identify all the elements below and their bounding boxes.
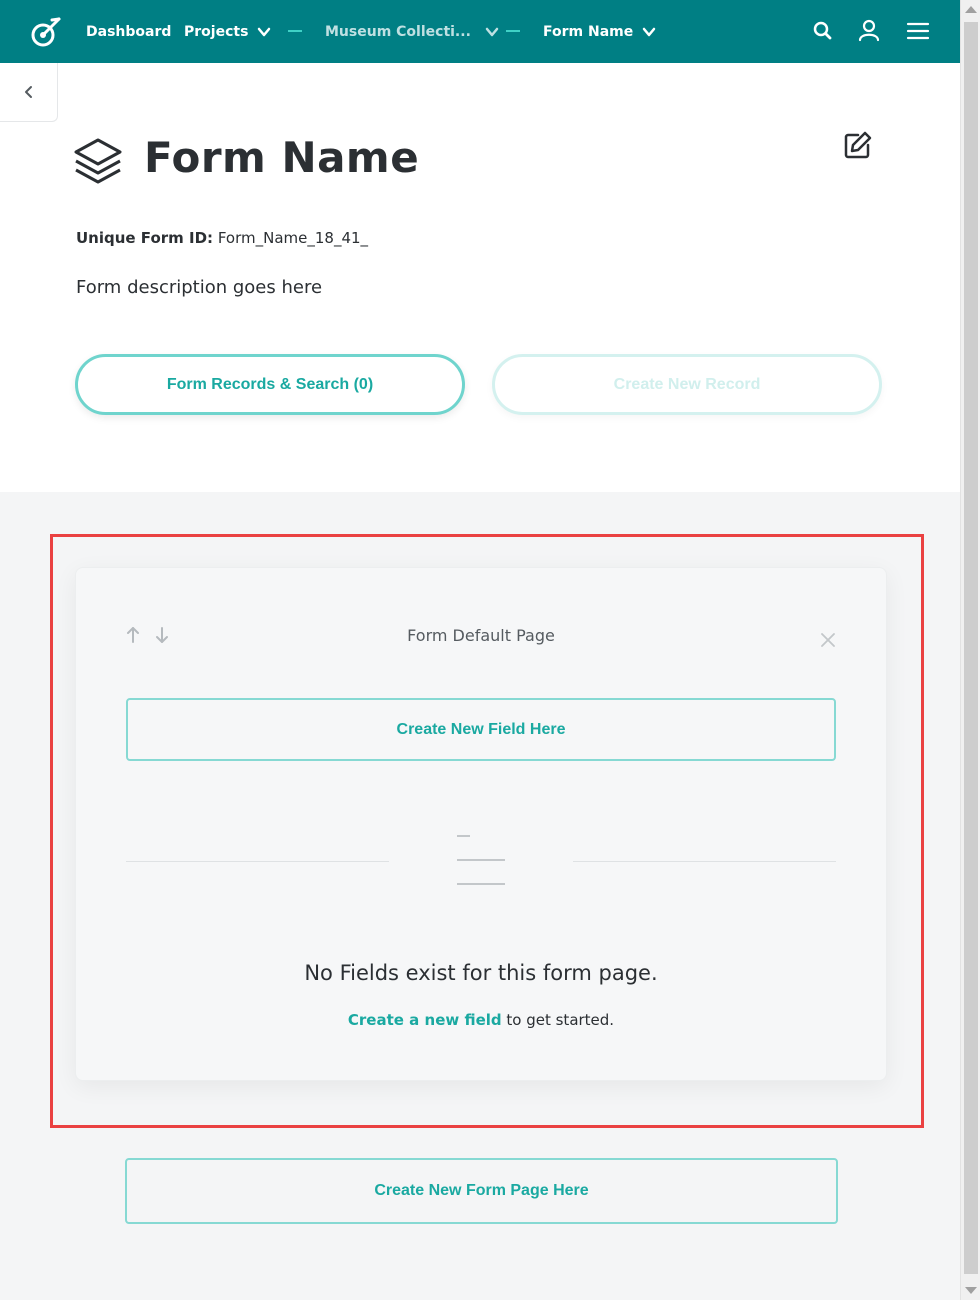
form-records-search-button[interactable]: Form Records & Search (0) — [75, 354, 465, 415]
nav-project-label: Museum Collecti... — [325, 23, 471, 40]
nav-projects-dropdown[interactable]: Projects — [184, 0, 271, 63]
chevron-down-icon — [485, 27, 499, 36]
divider-line — [126, 861, 389, 862]
form-header: Form Name Unique Form ID: Form_Name_18_4… — [0, 63, 960, 492]
scrollbar-thumb[interactable] — [964, 22, 978, 1274]
unique-form-id-value: Form_Name_18_41_ — [217, 229, 369, 247]
create-new-field-link[interactable]: Create a new field — [348, 1011, 502, 1029]
unique-form-id-label: Unique Form ID: — [76, 229, 214, 247]
empty-fields-icon — [457, 835, 505, 885]
empty-state-title: No Fields exist for this form page. — [304, 961, 658, 985]
page-title: Form Name — [144, 133, 420, 182]
edit-icon[interactable] — [842, 130, 872, 160]
vertical-scrollbar[interactable] — [960, 0, 980, 1300]
nav-separator — [506, 30, 520, 32]
create-new-field-button[interactable]: Create New Field Here — [126, 698, 836, 761]
top-navigation: Dashboard Projects Museum Collecti... Fo… — [0, 0, 960, 63]
nav-dashboard-link[interactable]: Dashboard — [86, 0, 171, 63]
scroll-up-icon[interactable] — [965, 6, 977, 13]
chevron-down-icon — [642, 27, 656, 36]
user-icon[interactable] — [856, 18, 882, 44]
kora-logo-icon[interactable] — [28, 14, 64, 50]
chevron-left-icon — [24, 86, 32, 98]
empty-state-message: Create a new field to get started. — [76, 1011, 886, 1029]
back-button[interactable] — [0, 63, 58, 122]
divider-line — [573, 861, 836, 862]
close-icon[interactable] — [820, 632, 836, 648]
nav-form-dropdown[interactable]: Form Name — [543, 0, 656, 63]
create-new-form-page-button[interactable]: Create New Form Page Here — [125, 1158, 838, 1224]
unique-form-id: Unique Form ID: Form_Name_18_41_ — [76, 229, 368, 247]
form-page-card: Form Default Page Create New Field Here … — [75, 567, 887, 1081]
layers-icon — [74, 138, 122, 184]
nav-separator — [288, 30, 302, 32]
empty-state-suffix: to get started. — [501, 1011, 615, 1029]
form-description: Form description goes here — [76, 277, 323, 298]
nav-project-dropdown[interactable]: Museum Collecti... — [325, 0, 499, 63]
create-new-record-button: Create New Record — [492, 354, 882, 415]
menu-icon[interactable] — [905, 18, 931, 44]
search-icon[interactable] — [810, 18, 836, 44]
chevron-down-icon — [258, 27, 271, 36]
nav-form-label: Form Name — [543, 23, 634, 40]
nav-projects-label: Projects — [184, 23, 249, 40]
form-page-title[interactable]: Form Default Page — [76, 626, 886, 645]
scroll-down-icon[interactable] — [965, 1287, 977, 1294]
